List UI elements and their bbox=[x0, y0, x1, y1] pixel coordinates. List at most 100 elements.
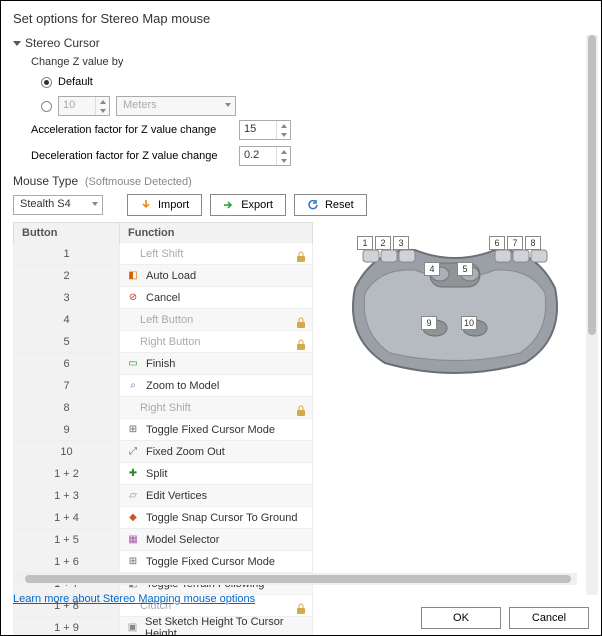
diagram-button-label-9: 9 bbox=[421, 316, 437, 330]
button-cell: 1 bbox=[14, 243, 120, 264]
function-cell[interactable]: ▦ Model Selector bbox=[120, 533, 312, 547]
button-cell: 2 bbox=[14, 265, 120, 286]
decel-value: 0.2 bbox=[244, 149, 259, 161]
button-cell: 1 + 3 bbox=[14, 485, 120, 506]
function-label: Toggle Fixed Cursor Mode bbox=[146, 424, 275, 436]
radio-custom[interactable] bbox=[41, 101, 52, 112]
radio-default-label: Default bbox=[58, 76, 93, 88]
function-cell[interactable]: ⌕ Zoom to Model bbox=[120, 379, 312, 393]
dialog-title: Set options for Stereo Map mouse bbox=[13, 11, 581, 26]
table-row[interactable]: 1 + 4◆Toggle Snap Cursor To Ground bbox=[13, 507, 313, 529]
import-label: Import bbox=[158, 199, 189, 211]
mouse-model-combo[interactable]: Stealth S4 bbox=[13, 195, 103, 215]
function-cell[interactable]: ⊞Toggle Fixed Cursor Mode bbox=[120, 555, 312, 569]
export-label: Export bbox=[241, 199, 273, 211]
button-cell: 1 + 6 bbox=[14, 551, 120, 572]
function-cell[interactable]: ⤢ Fixed Zoom Out bbox=[120, 445, 312, 459]
table-row[interactable]: 1 Left Shift bbox=[13, 243, 313, 265]
function-cell[interactable]: Right Shift bbox=[120, 402, 312, 414]
function-label: Auto Load bbox=[146, 270, 196, 282]
function-label: Cancel bbox=[146, 292, 180, 304]
function-label: Toggle Snap Cursor To Ground bbox=[146, 512, 297, 524]
button-cell: 9 bbox=[14, 419, 120, 440]
table-row[interactable]: 4Left Button bbox=[13, 309, 313, 331]
table-row[interactable]: 1 + 9▣Set Sketch Height To Cursor Height bbox=[13, 617, 313, 635]
table-row[interactable]: 7⌕Zoom to Model bbox=[13, 375, 313, 397]
radio-custom-row[interactable]: 10 Meters bbox=[41, 96, 581, 116]
function-label: Zoom to Model bbox=[146, 380, 219, 392]
horizontal-scrollbar[interactable] bbox=[13, 573, 577, 585]
table-row[interactable]: 9 ⊞ Toggle Fixed Cursor Mode bbox=[13, 419, 313, 441]
zoom-icon: ⌕ bbox=[126, 379, 140, 393]
function-cell[interactable]: Right Button bbox=[120, 336, 312, 348]
diagram-button-label-2: 2 bbox=[375, 236, 391, 250]
function-cell[interactable]: Left Shift bbox=[120, 248, 312, 260]
table-row[interactable]: 6▭Finish bbox=[13, 353, 313, 375]
function-cell[interactable]: ✚Split bbox=[120, 467, 312, 481]
unit-combo: Meters bbox=[116, 96, 236, 116]
button-cell: 1 + 5 bbox=[14, 529, 120, 550]
export-button[interactable]: Export bbox=[210, 194, 286, 216]
zoom-out-icon: ⤢ bbox=[126, 445, 140, 459]
fixed-cursor-icon: ⊞ bbox=[126, 423, 140, 437]
diagram-button-label-5: 5 bbox=[457, 262, 473, 276]
function-cell[interactable]: ▣Set Sketch Height To Cursor Height bbox=[120, 616, 312, 636]
th-function[interactable]: Function bbox=[120, 223, 312, 243]
horizontal-scroll-thumb[interactable] bbox=[25, 575, 571, 583]
diagram-button-label-6: 6 bbox=[489, 236, 505, 250]
ok-button[interactable]: OK bbox=[421, 607, 501, 629]
snap-ground-icon: ◆ bbox=[126, 511, 140, 525]
lock-icon bbox=[296, 603, 306, 615]
table-row[interactable]: 1 + 2✚Split bbox=[13, 463, 313, 485]
learn-more-link[interactable]: Learn more about Stereo Mapping mouse op… bbox=[13, 593, 255, 605]
radio-default[interactable] bbox=[41, 77, 52, 88]
function-label: Left Shift bbox=[140, 248, 183, 260]
table-row[interactable]: 3 ⊘ Cancel bbox=[13, 287, 313, 309]
button-cell: 1 + 9 bbox=[14, 617, 120, 635]
cancel-button[interactable]: Cancel bbox=[509, 607, 589, 629]
decel-spinner[interactable]: 0.2 bbox=[239, 146, 291, 166]
diagram-button-label-8: 8 bbox=[525, 236, 541, 250]
function-cell[interactable]: ▭Finish bbox=[120, 357, 312, 371]
reset-button[interactable]: Reset bbox=[294, 194, 367, 216]
function-label: Model Selector bbox=[146, 534, 219, 546]
function-cell[interactable]: ▱Edit Vertices bbox=[120, 489, 312, 503]
button-cell: 5 bbox=[14, 331, 120, 352]
function-cell[interactable]: ⊞ Toggle Fixed Cursor Mode bbox=[120, 423, 312, 437]
model-selector-icon: ▦ bbox=[126, 533, 140, 547]
function-label: Right Shift bbox=[140, 402, 191, 414]
import-icon bbox=[140, 199, 152, 211]
mouse-model-value: Stealth S4 bbox=[20, 198, 71, 210]
function-cell[interactable]: ⊘ Cancel bbox=[120, 291, 312, 305]
table-row[interactable]: 10⤢Fixed Zoom Out bbox=[13, 441, 313, 463]
diagram-button-label-10: 10 bbox=[461, 316, 477, 330]
function-cell[interactable]: ◧Auto Load bbox=[120, 269, 312, 283]
edit-vertices-icon: ▱ bbox=[126, 489, 140, 503]
table-row[interactable]: 1 + 5 ▦ Model Selector bbox=[13, 529, 313, 551]
function-label: Toggle Fixed Cursor Mode bbox=[146, 556, 275, 568]
diagram-button-label-7: 7 bbox=[507, 236, 523, 250]
function-label: Fixed Zoom Out bbox=[146, 446, 225, 458]
radio-default-row[interactable]: Default bbox=[41, 72, 581, 92]
cancel-icon: ⊘ bbox=[126, 291, 140, 305]
reset-label: Reset bbox=[325, 199, 354, 211]
table-row[interactable]: 5Right Button bbox=[13, 331, 313, 353]
table-row[interactable]: 2◧Auto Load bbox=[13, 265, 313, 287]
vertical-scrollbar[interactable] bbox=[586, 35, 598, 595]
button-cell: 8 bbox=[14, 397, 120, 418]
import-button[interactable]: Import bbox=[127, 194, 202, 216]
th-button[interactable]: Button bbox=[14, 223, 120, 243]
custom-value: 10 bbox=[63, 99, 75, 111]
button-cell: 3 bbox=[14, 287, 120, 308]
function-cell[interactable]: Left Button bbox=[120, 314, 312, 326]
table-row[interactable]: 1 + 6⊞Toggle Fixed Cursor Mode bbox=[13, 551, 313, 573]
vertical-scroll-thumb[interactable] bbox=[588, 35, 596, 335]
table-row[interactable]: 8 Right Shift bbox=[13, 397, 313, 419]
function-cell[interactable]: ◆ Toggle Snap Cursor To Ground bbox=[120, 511, 312, 525]
decel-label: Deceleration factor for Z value change bbox=[31, 150, 231, 162]
change-z-label: Change Z value by bbox=[31, 56, 581, 68]
accel-value: 15 bbox=[244, 123, 256, 135]
table-row[interactable]: 1 + 3▱Edit Vertices bbox=[13, 485, 313, 507]
accel-spinner[interactable]: 15 bbox=[239, 120, 291, 140]
section-stereo-cursor[interactable]: Stereo Cursor bbox=[13, 36, 581, 50]
